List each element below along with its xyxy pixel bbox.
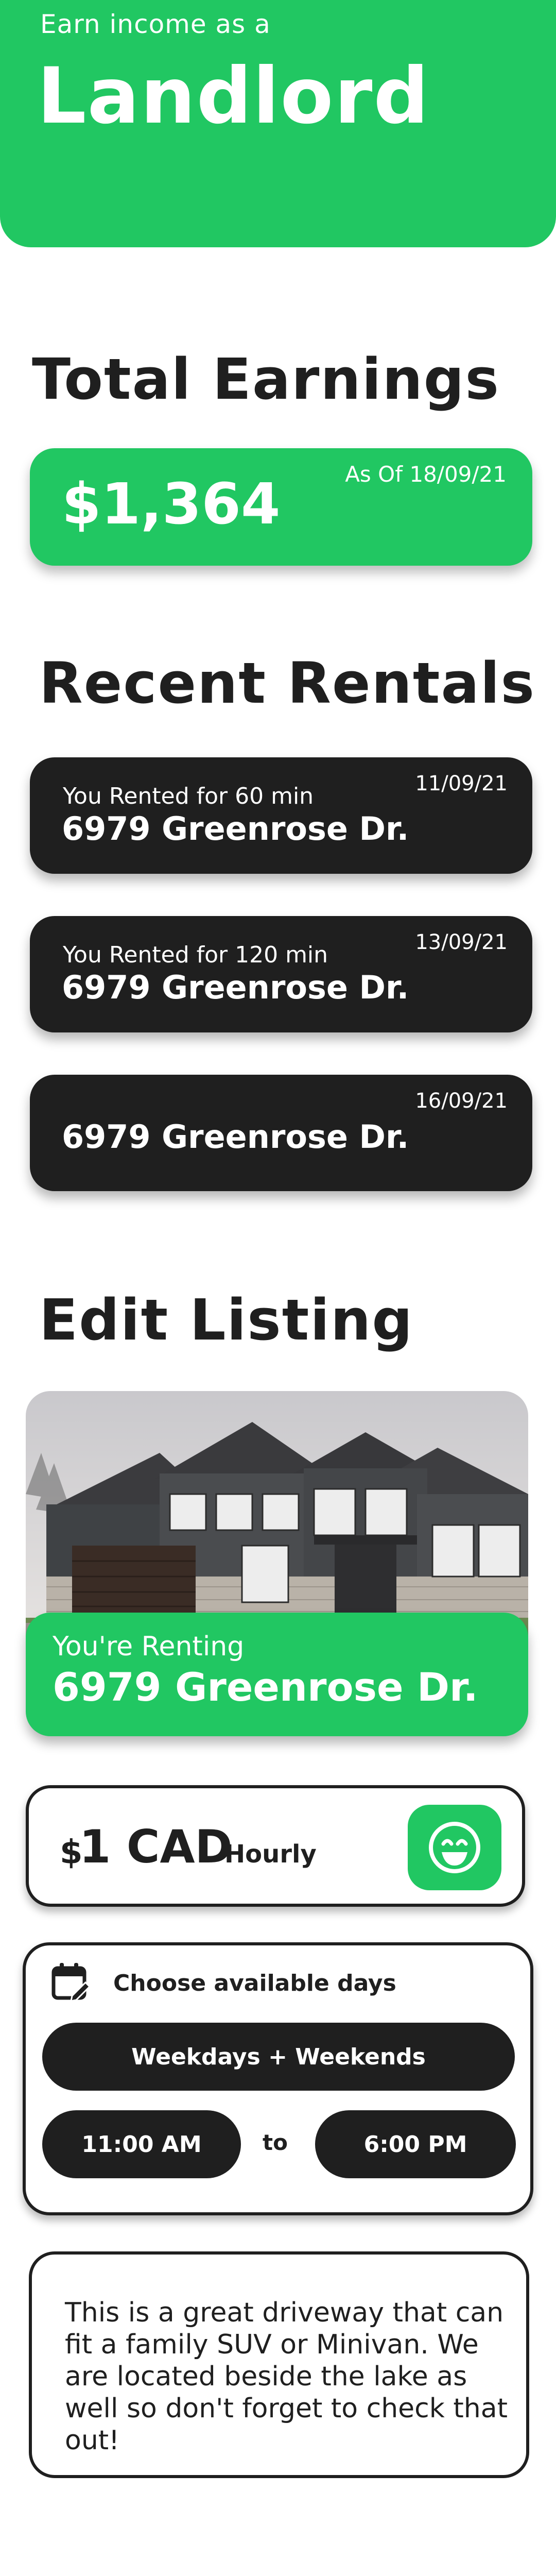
total-earnings-card[interactable]: As Of 18/09/21 $1,364 [30, 448, 532, 566]
price-amount[interactable]: 1 CAD [79, 1820, 233, 1873]
time-range-separator: to [263, 2130, 288, 2155]
renting-label: You're Renting [53, 1631, 245, 1662]
renting-card[interactable]: You're Renting 6979 Greenrose Dr. [26, 1613, 528, 1736]
description-card[interactable]: This is a great driveway that can fit a … [29, 2251, 529, 2478]
rental-address: 6979 Greenrose Dr. [62, 1118, 409, 1156]
total-earnings-heading: Total Earnings [32, 346, 500, 412]
rental-card[interactable]: 13/09/21 You Rented for 120 min 6979 Gre… [30, 916, 532, 1032]
renting-address: 6979 Greenrose Dr. [53, 1664, 478, 1710]
availability-card: Choose available days Weekdays + Weekend… [23, 1942, 533, 2215]
header-title: Landlord [37, 52, 430, 141]
start-time-button[interactable]: 11:00 AM [42, 2110, 241, 2178]
days-selector-button[interactable]: Weekdays + Weekends [42, 2023, 515, 2091]
rental-address: 6979 Greenrose Dr. [62, 810, 409, 848]
rental-card[interactable]: 16/09/21 6979 Greenrose Dr. [30, 1075, 532, 1191]
header-subtitle: Earn income as a [40, 9, 271, 39]
rental-date: 11/09/21 [415, 772, 508, 795]
rental-duration: You Rented for 60 min [63, 783, 314, 809]
house-image[interactable] [26, 1391, 528, 1638]
calendar-edit-icon[interactable] [51, 1962, 91, 2002]
earnings-amount: $1,364 [62, 471, 281, 537]
smile-icon [429, 1822, 480, 1873]
rental-card[interactable]: 11/09/21 You Rented for 60 min 6979 Gree… [30, 757, 532, 874]
rental-date: 16/09/21 [415, 1089, 508, 1113]
price-unit: Hourly [224, 1840, 317, 1869]
end-time-button[interactable]: 6:00 PM [315, 2110, 516, 2178]
availability-title: Choose available days [113, 1970, 396, 1996]
rental-address: 6979 Greenrose Dr. [62, 969, 409, 1006]
recent-rentals-heading: Recent Rentals [39, 650, 535, 716]
listing-description[interactable]: This is a great driveway that can fit a … [65, 2297, 508, 2456]
earnings-as-of-date: As Of 18/09/21 [345, 462, 507, 487]
price-card[interactable]: $ 1 CAD Hourly [26, 1785, 525, 1907]
smile-button[interactable] [408, 1805, 501, 1890]
edit-listing-heading: Edit Listing [39, 1287, 414, 1353]
rental-duration: You Rented for 120 min [63, 942, 328, 968]
rental-date: 13/09/21 [415, 930, 508, 954]
